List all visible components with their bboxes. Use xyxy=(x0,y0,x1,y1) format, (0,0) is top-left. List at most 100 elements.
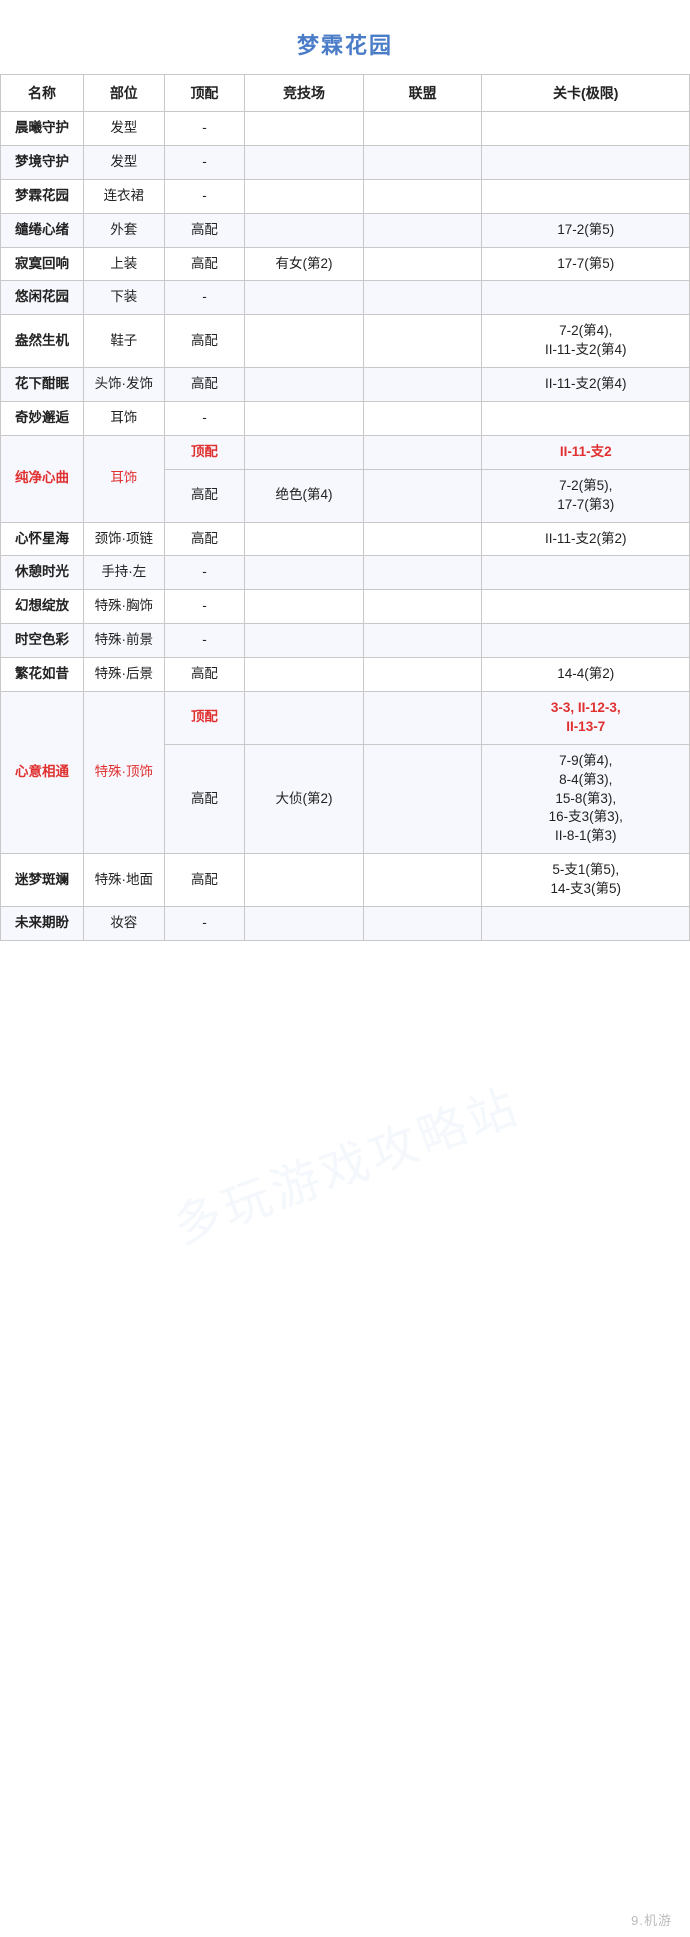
table-row: 时空色彩特殊·前景- xyxy=(1,624,690,658)
cell-arena xyxy=(245,213,364,247)
col-header-stage: 关卡(极限) xyxy=(482,75,690,112)
cell-arena xyxy=(245,854,364,907)
cell-name: 花下酣眠 xyxy=(1,368,84,402)
cell-arena xyxy=(245,145,364,179)
cell-name: 时空色彩 xyxy=(1,624,84,658)
cell-stage xyxy=(482,556,690,590)
table-header-row: 名称 部位 顶配 竞技场 联盟 关卡(极限) xyxy=(1,75,690,112)
table-row: 休憩时光手持·左- xyxy=(1,556,690,590)
cell-stage: 7-2(第4), II-11-支2(第4) xyxy=(482,315,690,368)
cell-league xyxy=(363,744,482,853)
page-container: 梦霖花园 多玩游戏攻略站 多玩游戏攻略站 名称 部位 顶配 竞技场 联盟 关卡(… xyxy=(0,0,690,1937)
cell-top: - xyxy=(164,402,245,436)
table-row: 幻想绽放特殊·胸饰- xyxy=(1,590,690,624)
cell-league xyxy=(363,469,482,522)
cell-part: 外套 xyxy=(84,213,165,247)
cell-top: - xyxy=(164,281,245,315)
cell-top: - xyxy=(164,145,245,179)
cell-name: 迷梦斑斓 xyxy=(1,854,84,907)
table-row: 寂寞回响上装高配有女(第2)17-7(第5) xyxy=(1,247,690,281)
table-row: 心意相通特殊·顶饰顶配3-3, II-12-3, II-13-7 xyxy=(1,692,690,745)
table-row: 心怀星海颈饰·项链高配II-11-支2(第2) xyxy=(1,522,690,556)
cell-part: 下装 xyxy=(84,281,165,315)
cell-league xyxy=(363,590,482,624)
cell-stage xyxy=(482,907,690,941)
cell-top: 高配 xyxy=(164,658,245,692)
cell-name: 心意相通 xyxy=(1,692,84,854)
table-row: 梦霖花园连衣裙- xyxy=(1,179,690,213)
cell-stage: 14-4(第2) xyxy=(482,658,690,692)
table-row: 缱绻心绪外套高配17-2(第5) xyxy=(1,213,690,247)
cell-top: 顶配 xyxy=(164,692,245,745)
cell-arena xyxy=(245,402,364,436)
table-row: 奇妙邂逅耳饰- xyxy=(1,402,690,436)
cell-stage xyxy=(482,590,690,624)
cell-part: 特殊·胸饰 xyxy=(84,590,165,624)
cell-league xyxy=(363,692,482,745)
cell-arena xyxy=(245,907,364,941)
cell-league xyxy=(363,854,482,907)
cell-arena xyxy=(245,692,364,745)
cell-part: 头饰·发饰 xyxy=(84,368,165,402)
cell-top: 高配 xyxy=(164,744,245,853)
cell-stage xyxy=(482,624,690,658)
cell-league xyxy=(363,145,482,179)
table-body: 晨曦守护发型-梦境守护发型-梦霖花园连衣裙-缱绻心绪外套高配17-2(第5)寂寞… xyxy=(1,112,690,941)
cell-part: 颈饰·项链 xyxy=(84,522,165,556)
cell-top: 高配 xyxy=(164,854,245,907)
cell-league xyxy=(363,281,482,315)
cell-league xyxy=(363,213,482,247)
cell-arena: 绝色(第4) xyxy=(245,469,364,522)
cell-arena xyxy=(245,522,364,556)
cell-arena xyxy=(245,658,364,692)
col-header-league: 联盟 xyxy=(363,75,482,112)
cell-stage xyxy=(482,112,690,146)
cell-league xyxy=(363,658,482,692)
cell-league xyxy=(363,247,482,281)
cell-part: 特殊·前景 xyxy=(84,624,165,658)
cell-arena: 有女(第2) xyxy=(245,247,364,281)
cell-arena xyxy=(245,590,364,624)
cell-top: - xyxy=(164,907,245,941)
cell-name: 晨曦守护 xyxy=(1,112,84,146)
cell-stage xyxy=(482,179,690,213)
cell-name: 纯净心曲 xyxy=(1,435,84,522)
cell-part: 发型 xyxy=(84,145,165,179)
cell-league xyxy=(363,522,482,556)
col-header-name: 名称 xyxy=(1,75,84,112)
cell-league xyxy=(363,368,482,402)
page-title: 梦霖花园 xyxy=(0,10,690,74)
cell-top: - xyxy=(164,179,245,213)
table-row: 晨曦守护发型- xyxy=(1,112,690,146)
cell-name: 心怀星海 xyxy=(1,522,84,556)
table-row: 花下酣眠头饰·发饰高配II-11-支2(第4) xyxy=(1,368,690,402)
cell-top: - xyxy=(164,112,245,146)
cell-name: 繁花如昔 xyxy=(1,658,84,692)
cell-arena xyxy=(245,315,364,368)
cell-part: 特殊·后景 xyxy=(84,658,165,692)
cell-top: 顶配 xyxy=(164,435,245,469)
cell-stage: 7-2(第5), 17-7(第3) xyxy=(482,469,690,522)
cell-part: 连衣裙 xyxy=(84,179,165,213)
cell-stage: II-11-支2 xyxy=(482,435,690,469)
cell-name: 休憩时光 xyxy=(1,556,84,590)
cell-name: 幻想绽放 xyxy=(1,590,84,624)
cell-name: 盎然生机 xyxy=(1,315,84,368)
cell-arena xyxy=(245,435,364,469)
cell-name: 悠闲花园 xyxy=(1,281,84,315)
cell-part: 耳饰 xyxy=(84,435,165,522)
cell-stage: II-11-支2(第2) xyxy=(482,522,690,556)
cell-name: 寂寞回响 xyxy=(1,247,84,281)
cell-arena: 大侦(第2) xyxy=(245,744,364,853)
cell-name: 奇妙邂逅 xyxy=(1,402,84,436)
cell-part: 妆容 xyxy=(84,907,165,941)
cell-part: 耳饰 xyxy=(84,402,165,436)
cell-arena xyxy=(245,112,364,146)
cell-stage: 5-支1(第5), 14-支3(第5) xyxy=(482,854,690,907)
table-row: 迷梦斑斓特殊·地面高配5-支1(第5), 14-支3(第5) xyxy=(1,854,690,907)
cell-part: 鞋子 xyxy=(84,315,165,368)
table-wrapper: 名称 部位 顶配 竞技场 联盟 关卡(极限) 晨曦守护发型-梦境守护发型-梦霖花… xyxy=(0,74,690,941)
cell-stage xyxy=(482,145,690,179)
cell-league xyxy=(363,112,482,146)
cell-arena xyxy=(245,368,364,402)
